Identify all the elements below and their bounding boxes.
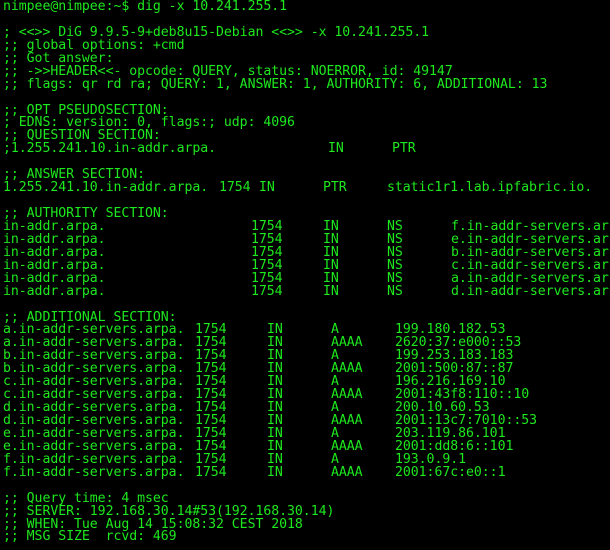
record-type: AAAA	[331, 361, 363, 377]
terminal-window[interactable]: nimpee@nimpee:~$ dig -x 10.241.255.1 ; <…	[0, 0, 610, 550]
record-class: IN	[323, 283, 339, 299]
record-type: AAAA	[331, 464, 363, 480]
record-type: AAAA	[331, 387, 363, 403]
additional-records: a.in-addr-servers.arpa. 1754 IN A 199.180.18…	[3, 323, 610, 480]
authority-records: in-addr.arpa. 1754 IN NS f.in-addr-servers.a…	[3, 220, 610, 299]
record-type: PTR	[323, 180, 347, 196]
answer-record: 1.255.241.10.in-addr.arpa. 1754 IN PTR stati…	[3, 180, 610, 196]
msg-size-line: ;; MSG SIZE rcvd: 469	[3, 529, 177, 545]
record-type: AAAA	[331, 438, 363, 454]
record-ttl: 1754	[219, 180, 251, 196]
record-type: PTR	[392, 141, 416, 157]
record-name: in-addr.arpa.	[3, 283, 106, 299]
record-ttl: 1754	[195, 464, 227, 480]
record-class: IN	[259, 180, 275, 196]
record-class: IN	[267, 464, 283, 480]
record-name: 1.255.241.10.in-addr.arpa.	[3, 180, 209, 196]
record-name: f.in-addr-servers.arpa.	[3, 464, 185, 480]
record-type: AAAA	[331, 335, 363, 351]
record-data: 2001:67c:e0::1	[395, 464, 506, 480]
record-name: ;1.255.241.10.in-addr.arpa.	[3, 141, 217, 157]
flags-line: ;; flags: qr rd ra; QUERY: 1, ANSWER: 1,…	[3, 76, 548, 92]
record-type: AAAA	[331, 413, 363, 428]
prompt-line: nimpee@nimpee:~$ dig -x 10.241.255.1	[3, 0, 610, 14]
prompt: nimpee@nimpee:~$	[3, 0, 130, 14]
authority-record: in-addr.arpa. 1754 IN NS d.in-addr-servers.a…	[3, 283, 610, 299]
record-data: static1r1.lab.ipfabric.io.	[387, 180, 593, 196]
record-type: NS	[387, 283, 403, 299]
question-record: ;1.255.241.10.in-addr.arpa. IN PTR	[3, 141, 610, 157]
record-ttl: 1754	[251, 283, 283, 299]
additional-record: f.in-addr-servers.arpa. 1754 IN AAAA 2001:67…	[3, 464, 610, 480]
command-text: dig -x 10.241.255.1	[137, 0, 288, 14]
record-data: d.in-addr-servers.arpa.	[451, 283, 610, 299]
record-class: IN	[328, 141, 344, 157]
